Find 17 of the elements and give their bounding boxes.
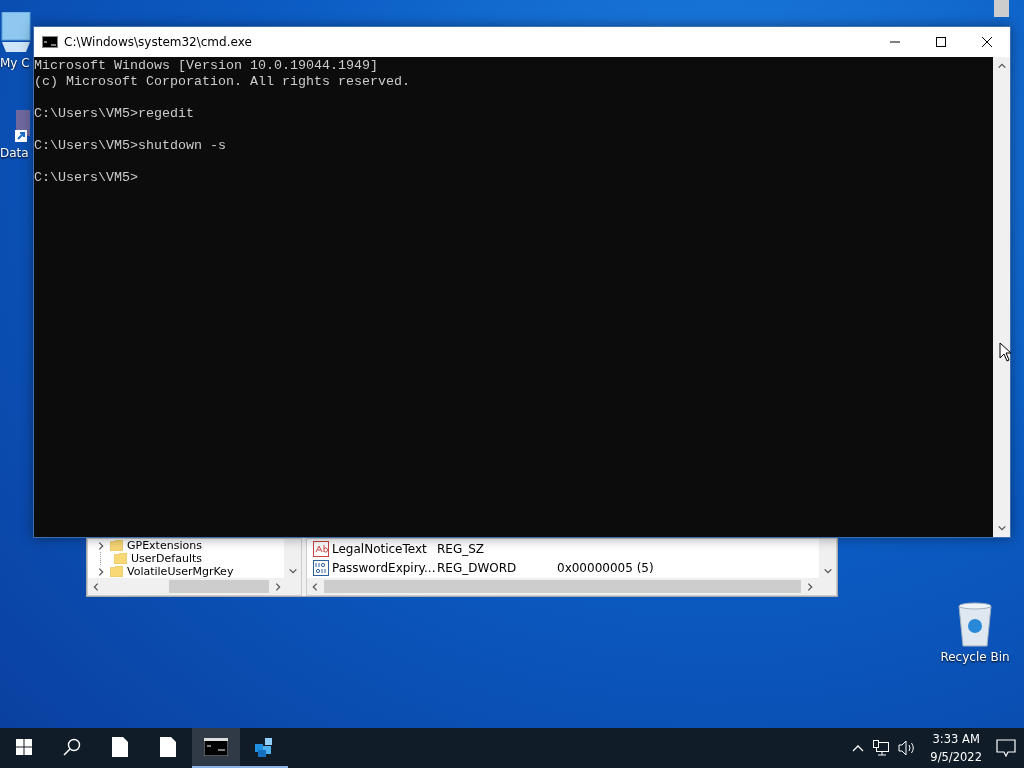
taskbar-clock[interactable]: 3:33 AM 9/5/2022: [924, 730, 988, 766]
tree-item[interactable]: UserDefaults: [88, 552, 284, 565]
console-line: (c) Microsoft Corporation. All rights reserved.: [34, 74, 411, 90]
window-title: C:\Windows\system32\cmd.exe: [63, 35, 253, 49]
registry-value-row[interactable]: LegalNoticeText REG_SZ: [307, 539, 819, 558]
desktop-icon-label[interactable]: My C: [0, 56, 30, 70]
clock-date: 9/5/2022: [930, 749, 982, 766]
desktop-icon-label[interactable]: Data: [0, 146, 29, 160]
tree-item[interactable]: GPExtensions: [88, 539, 284, 552]
console-line: C:\Users\VM5>shutdown -s: [34, 138, 227, 154]
clock-time: 3:33 AM: [932, 731, 980, 748]
console-line: Microsoft Windows [Version 10.0.19044.1949]: [34, 58, 379, 74]
console-line: C:\Users\VM5>: [34, 170, 139, 186]
desktop-icon-label[interactable]: Recycle Bin: [940, 650, 1010, 664]
tree-item[interactable]: VolatileUserMgrKey: [88, 565, 284, 578]
console-line: C:\Users\VM5>regedit: [34, 106, 195, 122]
registry-value-row[interactable]: PasswordExpiry...REG_DWORD 0x00000005 (5): [307, 558, 819, 577]
